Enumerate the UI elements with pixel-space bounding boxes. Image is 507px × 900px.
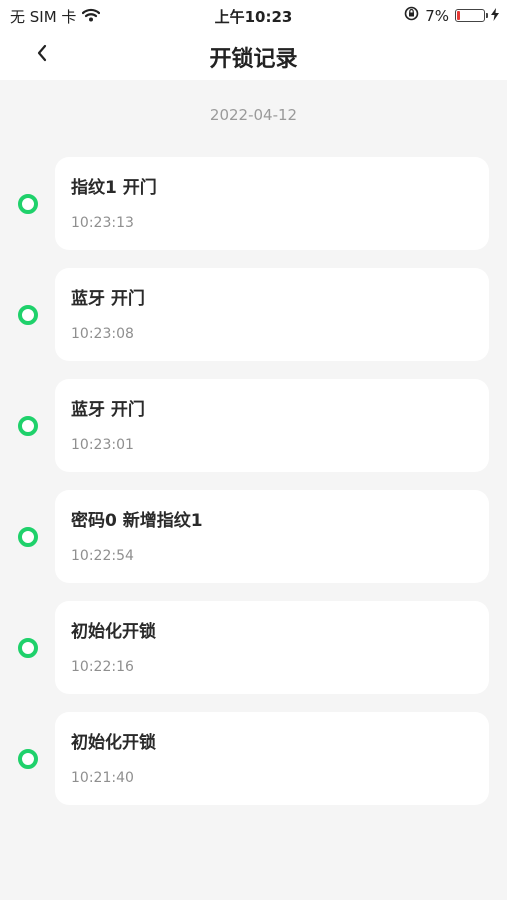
list-item: 密码0 新增指纹1 10:22:54 <box>0 490 507 583</box>
page-title: 开锁记录 <box>209 47 298 72</box>
record-title: 蓝牙 开门 <box>71 289 145 309</box>
battery-level <box>457 11 460 20</box>
record-title: 密码0 新增指纹1 <box>71 511 203 531</box>
timeline-dot-icon <box>18 638 38 658</box>
orientation-lock-icon <box>404 6 419 25</box>
battery-icon <box>455 9 488 22</box>
record-time: 10:22:16 <box>71 659 134 675</box>
timeline-dot-icon <box>18 305 38 325</box>
timeline-dot-icon <box>18 194 38 214</box>
record-time: 10:23:01 <box>71 437 134 453</box>
record-title: 初始化开锁 <box>71 733 156 753</box>
list-item: 蓝牙 开门 10:23:08 <box>0 268 507 361</box>
record-card[interactable]: 初始化开锁 10:21:40 <box>55 712 489 805</box>
status-right: 7% <box>404 6 499 25</box>
list-item: 指纹1 开门 10:23:13 <box>0 157 507 250</box>
record-card[interactable]: 密码0 新增指纹1 10:22:54 <box>55 490 489 583</box>
list-item: 初始化开锁 10:22:16 <box>0 601 507 694</box>
record-card[interactable]: 蓝牙 开门 10:23:01 <box>55 379 489 472</box>
record-card[interactable]: 初始化开锁 10:22:16 <box>55 601 489 694</box>
unlock-record-list: 指纹1 开门 10:23:13 蓝牙 开门 10:23:08 蓝牙 开门 10:… <box>0 157 507 823</box>
date-header: 2022-04-12 <box>209 106 298 124</box>
timeline-dot-icon <box>18 416 38 436</box>
status-bar: 无 SIM 卡 上午10:23 7% <box>0 0 507 30</box>
list-item: 蓝牙 开门 10:23:01 <box>0 379 507 472</box>
record-card[interactable]: 指纹1 开门 10:23:13 <box>55 157 489 250</box>
battery-percent: 7% <box>425 6 449 25</box>
record-time: 10:21:40 <box>71 770 134 786</box>
record-time: 10:23:08 <box>71 326 134 342</box>
record-time: 10:22:54 <box>71 548 134 564</box>
timeline-dot-icon <box>18 527 38 547</box>
nav-bar: 开锁记录 <box>0 30 507 80</box>
record-title: 初始化开锁 <box>71 622 156 642</box>
charging-icon <box>491 7 499 25</box>
timeline-dot-icon <box>18 749 38 769</box>
list-item: 初始化开锁 10:21:40 <box>0 712 507 805</box>
record-time: 10:23:13 <box>71 215 134 231</box>
record-title: 指纹1 开门 <box>71 178 157 198</box>
record-card[interactable]: 蓝牙 开门 10:23:08 <box>55 268 489 361</box>
record-title: 蓝牙 开门 <box>71 400 145 420</box>
